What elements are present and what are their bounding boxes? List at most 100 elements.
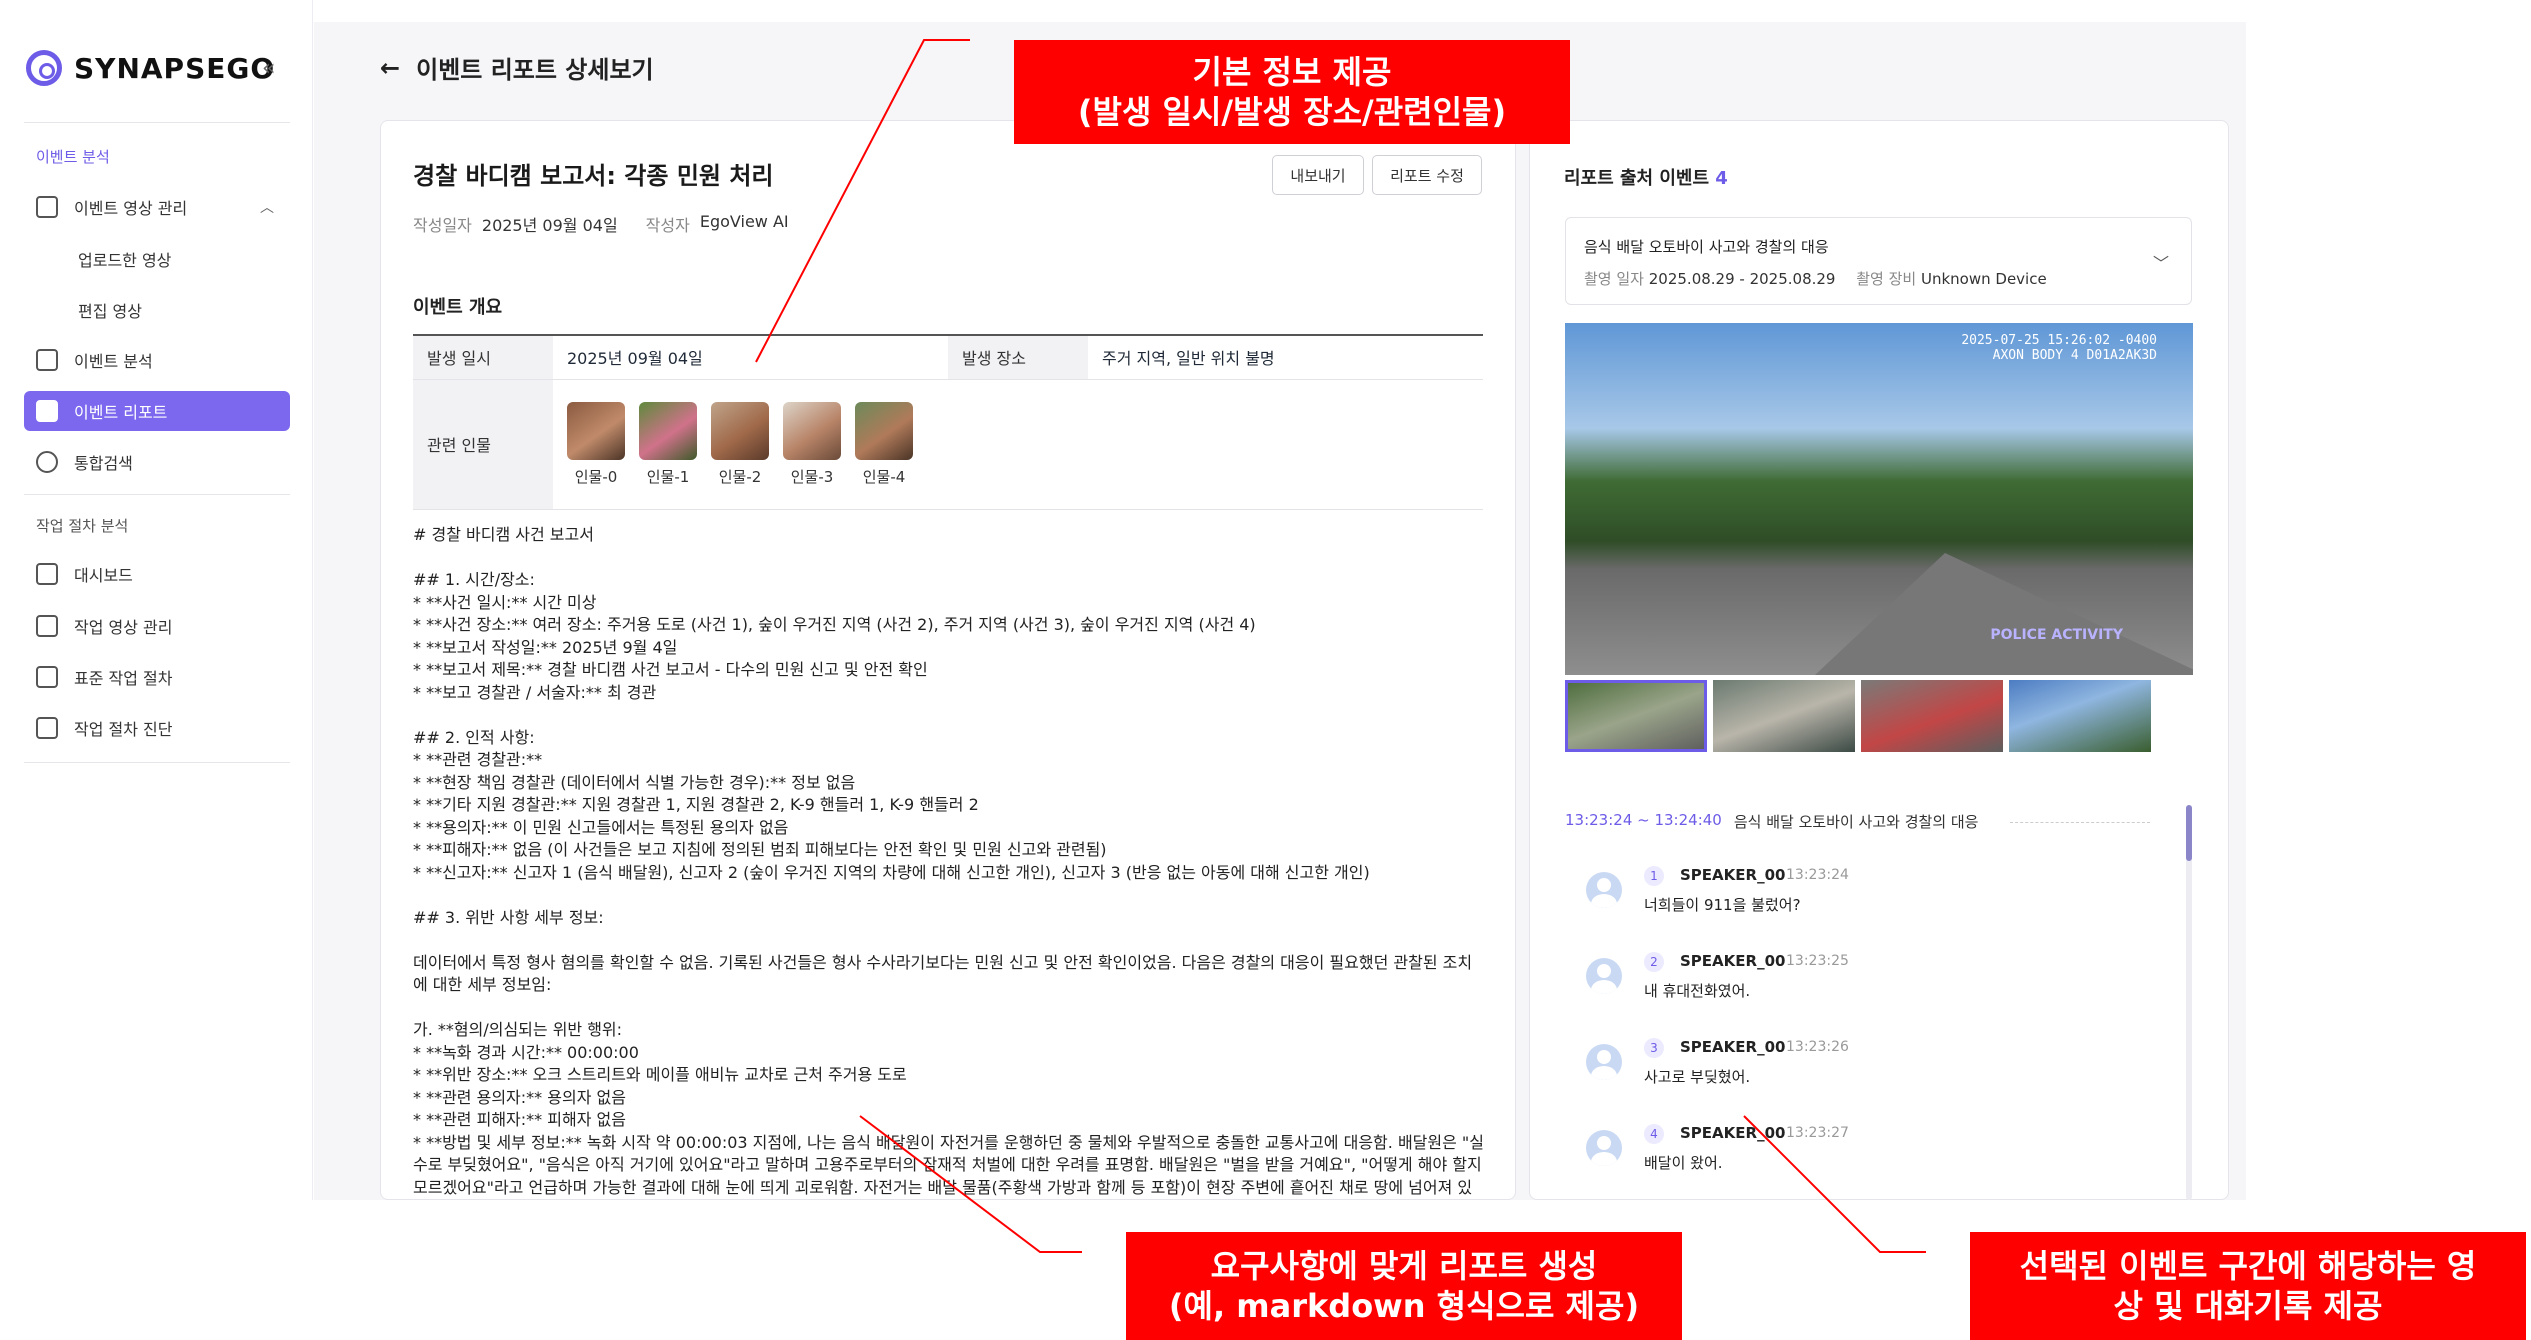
person-label: 인물-3: [790, 467, 834, 486]
person-item[interactable]: 인물-2: [711, 401, 769, 487]
source-heading: 리포트 출처 이벤트 4: [1564, 164, 1728, 190]
occur-date-label: 발생 일시: [413, 334, 553, 380]
source-title: 리포트 출처 이벤트: [1564, 168, 1710, 189]
diagnosis-icon: [36, 717, 58, 739]
person-item[interactable]: 인물-3: [783, 401, 841, 487]
message-text: 내 휴대전화였어.: [1644, 982, 1751, 1000]
edit-report-button[interactable]: 리포트 수정: [1372, 155, 1482, 195]
sidebar-sub-uploaded[interactable]: 업로드한 영상: [78, 247, 171, 271]
message-text: 사고로 부딪혔어.: [1644, 1068, 1751, 1086]
annotation-text: 요구사항에 맞게 리포트 생성: [1210, 1247, 1598, 1285]
capture-date-label: 촬영 일자: [1584, 270, 1644, 288]
video-thumbnail[interactable]: [1565, 680, 1707, 752]
back-arrow-icon[interactable]: ←: [380, 54, 400, 82]
message-text: 너희들이 911을 불렀어?: [1644, 896, 1801, 914]
logo[interactable]: SYNAPSEGO: [26, 50, 275, 86]
sidebar-item-event-video[interactable]: 이벤트 영상 관리 ︿: [24, 187, 290, 227]
transcript-message[interactable]: 3 SPEAKER_00 13:23:26 사고로 부딪혔어.: [1586, 1038, 2146, 1108]
transcript-header: 13:23:24 ~ 13:24:40 음식 배달 오토바이 사고와 경찰의 대…: [1565, 811, 1979, 832]
person-label: 인물-2: [718, 467, 762, 486]
transcript-scrollbar[interactable]: [2186, 805, 2192, 1200]
collapse-sidebar-icon[interactable]: «: [262, 56, 275, 81]
annotation-text: 기본 정보 제공: [1192, 53, 1392, 91]
capture-date: 2025.08.29 - 2025.08.29: [1648, 270, 1836, 288]
avatar: [1586, 1130, 1622, 1166]
annotation-basic-info: 기본 정보 제공 (발생 일시/발생 장소/관련인물): [1014, 40, 1570, 144]
report-author: EgoView AI: [699, 212, 789, 231]
date-label: 작성일자: [413, 216, 472, 235]
message-number: 3: [1644, 1038, 1664, 1058]
video-watermark: POLICE ACTIVITY: [1990, 627, 2123, 643]
author-label: 작성자: [645, 216, 690, 235]
source-event-card[interactable]: 음식 배달 오토바이 사고와 경찰의 대응 촬영 일자 2025.08.29 -…: [1565, 217, 2192, 305]
speaker-name: SPEAKER_00: [1680, 866, 1786, 884]
speaker-name: SPEAKER_00: [1680, 1038, 1786, 1056]
sidebar-item-label: 이벤트 분석: [74, 352, 153, 371]
sidebar-item-procedure-diagnosis[interactable]: 작업 절차 진단: [24, 708, 290, 748]
sidebar-item-dashboard[interactable]: 대시보드: [24, 554, 290, 594]
sidebar-item-event-report[interactable]: 이벤트 리포트: [24, 391, 290, 431]
sidebar-item-work-video[interactable]: 작업 영상 관리: [24, 606, 290, 646]
video-road: [1815, 553, 2193, 675]
sidebar-item-label: 통합검색: [74, 454, 133, 473]
video-player[interactable]: 2025-07-25 15:26:02 -0400 AXON BODY 4 D0…: [1565, 323, 2193, 675]
annotation-text: 상 및 대화기록 제공: [2113, 1287, 2383, 1325]
person-thumbnail: [855, 401, 913, 460]
divider: [24, 494, 290, 495]
page-header: ← 이벤트 리포트 상세보기: [380, 50, 654, 85]
logo-text: SYNAPSEGO: [74, 51, 276, 85]
people-cell: 인물-0 인물-1 인물-2 인물-3 인물-4: [553, 379, 1483, 510]
people-label: 관련 인물: [413, 379, 553, 510]
sidebar-sub-edited[interactable]: 편집 영상: [78, 298, 142, 322]
person-item[interactable]: 인물-0: [567, 401, 625, 487]
sidebar-item-standard-procedure[interactable]: 표준 작업 절차: [24, 657, 290, 697]
video-thumbnail[interactable]: [1861, 680, 2003, 752]
message-number: 1: [1644, 866, 1664, 886]
sidebar: SYNAPSEGO « 이벤트 분석 이벤트 영상 관리 ︿ 업로드한 영상 편…: [0, 0, 313, 1200]
transcript-message[interactable]: 1 SPEAKER_00 13:23:24 너희들이 911을 불렀어?: [1586, 866, 2146, 936]
person-thumbnail: [639, 401, 697, 460]
divider: [24, 762, 290, 763]
annotation-text: 선택된 이벤트 구간에 해당하는 영: [2019, 1247, 2477, 1285]
video-icon: [36, 615, 58, 637]
message-time: 13:23:26: [1786, 1039, 1849, 1055]
export-button[interactable]: 내보내기: [1272, 155, 1364, 195]
transcript-message[interactable]: 4 SPEAKER_00 13:23:27 배달이 왔어.: [1586, 1124, 2146, 1194]
person-item[interactable]: 인물-1: [639, 401, 697, 487]
annotation-video-transcript: 선택된 이벤트 구간에 해당하는 영 상 및 대화기록 제공: [1970, 1232, 2526, 1340]
sidebar-item-label: 이벤트 영상 관리: [74, 199, 188, 218]
avatar: [1586, 872, 1622, 908]
video-thumbnails: [1565, 680, 2151, 752]
chevron-down-icon[interactable]: ﹀: [2153, 250, 2169, 274]
video-folder-icon: [36, 196, 58, 218]
person-thumbnail: [567, 401, 625, 460]
message-number: 2: [1644, 952, 1664, 972]
sidebar-item-search[interactable]: 통합검색: [24, 442, 290, 482]
source-event-title: 음식 배달 오토바이 사고와 경찰의 대응: [1584, 238, 1829, 256]
place-value: 주거 지역, 일반 위치 불명: [1088, 334, 1483, 380]
person-item[interactable]: 인물-4: [855, 401, 913, 487]
person-label: 인물-4: [862, 467, 906, 486]
video-thumbnail[interactable]: [1713, 680, 1855, 752]
transcript-title: 음식 배달 오토바이 사고와 경찰의 대응: [1733, 813, 1979, 831]
person-label: 인물-0: [574, 467, 618, 486]
transcript-range: 13:23:24 ~ 13:24:40: [1565, 811, 1722, 829]
transcript-message[interactable]: 2 SPEAKER_00 13:23:25 내 휴대전화였어.: [1586, 952, 2146, 1022]
sidebar-item-label: 대시보드: [74, 566, 133, 585]
sidebar-item-label: 작업 영상 관리: [74, 618, 173, 637]
occur-date-value: 2025년 09월 04일: [553, 334, 948, 380]
sidebar-item-event-analysis[interactable]: 이벤트 분석: [24, 340, 290, 380]
document-icon: [36, 400, 58, 422]
chevron-up-icon: ︿: [260, 200, 274, 216]
video-thumbnail[interactable]: [2009, 680, 2151, 752]
place-label: 발생 장소: [948, 334, 1088, 380]
annotation-report-generation: 요구사항에 맞게 리포트 생성 (예, markdown 형식으로 제공): [1126, 1232, 1682, 1340]
table-row: 발생 일시 2025년 09월 04일 발생 장소 주거 지역, 일반 위치 불…: [413, 334, 1483, 380]
divider: [24, 122, 290, 123]
annotation-text: (발생 일시/발생 장소/관련인물): [1077, 93, 1507, 131]
report-markdown: # 경찰 바디캠 사건 보고서 ## 1. 시간/장소: * **사건 일시:*…: [413, 525, 1484, 1219]
sidebar-section-procedure: 작업 절차 분석: [36, 517, 129, 535]
app-root: SYNAPSEGO « 이벤트 분석 이벤트 영상 관리 ︿ 업로드한 영상 편…: [0, 0, 2531, 1340]
dashboard-icon: [36, 563, 58, 585]
people-list: 인물-0 인물-1 인물-2 인물-3 인물-4: [567, 394, 1469, 495]
